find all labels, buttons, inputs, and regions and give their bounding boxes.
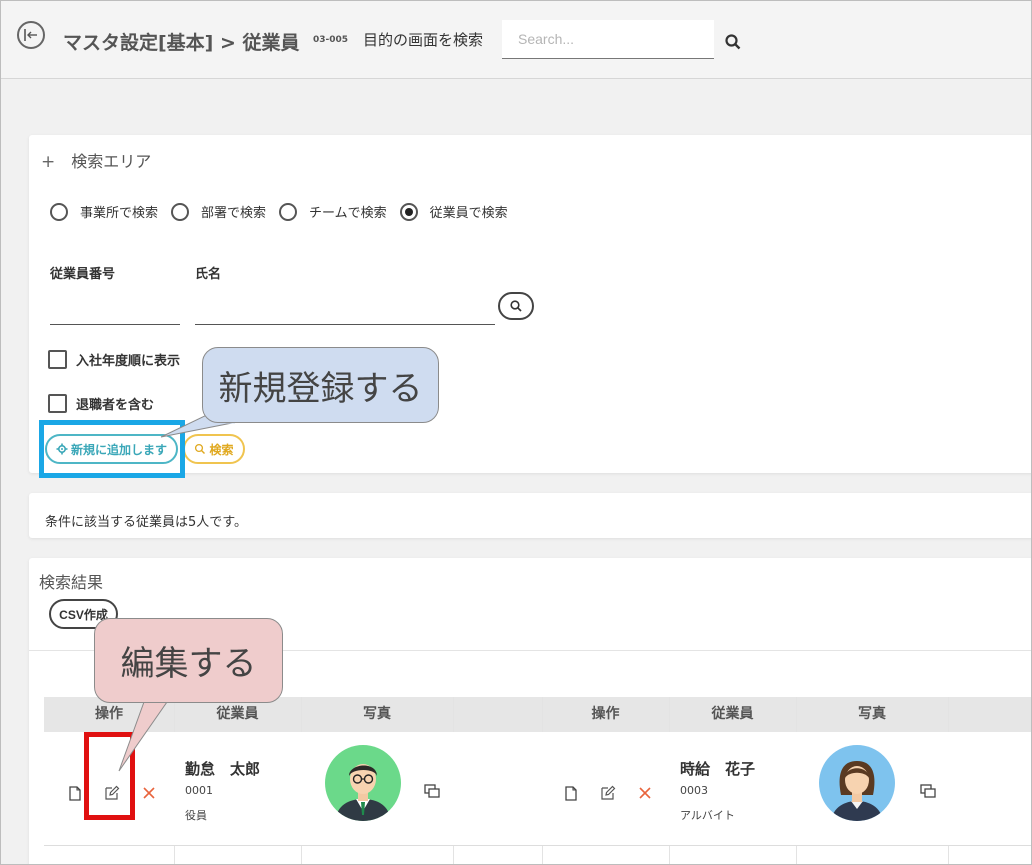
name-label: 氏名	[195, 267, 222, 282]
delete-icon[interactable]	[140, 784, 158, 802]
radio-circle	[279, 202, 298, 221]
copy-icon[interactable]	[424, 783, 440, 799]
detail-icon[interactable]	[562, 784, 580, 802]
radio-office[interactable]: 事業所で検索	[50, 202, 158, 221]
employee-id: 0003	[680, 784, 708, 797]
name-search-button[interactable]	[498, 292, 534, 320]
radio-team[interactable]: チームで検索	[279, 202, 387, 221]
callout-new-registration: 新規登録する	[202, 347, 439, 423]
checkbox-retired[interactable]: 退職者を含む	[48, 394, 154, 413]
employee-number-input[interactable]	[50, 295, 180, 325]
copy-icon[interactable]	[920, 783, 936, 799]
results-table-right: 操作 従業員 写真 時給 花子 0003 アルバイト	[542, 697, 1031, 864]
radio-label: 事業所で検索	[80, 206, 159, 221]
radio-label: 従業員で検索	[429, 206, 508, 221]
callout-edit: 編集する	[94, 618, 283, 703]
row-actions	[562, 784, 673, 802]
detail-icon[interactable]	[66, 784, 84, 802]
radio-department[interactable]: 部署で検索	[171, 202, 266, 221]
table-header: 操作 従業員 写真	[542, 697, 1031, 732]
checkbox-box	[48, 394, 67, 413]
delete-icon[interactable]	[636, 784, 654, 802]
radio-circle	[50, 202, 68, 221]
edit-button-highlight	[84, 732, 135, 820]
employee-id: 0001	[185, 784, 213, 797]
search-mode-radios: 事業所で検索 部署で検索 チームで検索 従業員で検索	[50, 202, 521, 221]
screen-search-input[interactable]	[502, 20, 714, 59]
employee-name: 時給 花子	[680, 760, 756, 778]
column-header-photo: 写真	[363, 706, 391, 722]
search-area-title: 検索エリア	[71, 152, 152, 171]
radio-label: 部署で検索	[201, 206, 267, 221]
plus-icon: +	[41, 152, 56, 172]
search-button[interactable]: 検索	[183, 434, 245, 464]
column-header-photo: 写真	[858, 706, 886, 722]
radio-circle-checked	[399, 202, 418, 221]
back-icon[interactable]	[17, 21, 45, 49]
column-header-operation: 操作	[591, 706, 620, 722]
checkbox-box	[48, 350, 67, 369]
column-header-employee: 従業員	[711, 706, 754, 722]
employee-role: アルバイト	[680, 809, 735, 822]
search-icon	[195, 443, 206, 454]
checkbox-label: 入社年度順に表示	[76, 354, 181, 369]
results-title: 検索結果	[39, 573, 104, 592]
radio-label: チームで検索	[309, 206, 387, 221]
screen-search-label: 目的の画面を検索	[363, 31, 484, 49]
avatar	[819, 745, 895, 821]
search-icon	[510, 300, 522, 312]
search-results-panel: 検索結果 CSV作成 操作 従業員 写真 勤怠 太郎 0001 役員 操作 従業…	[29, 558, 1031, 864]
page-title: マスタ設定[基本] > 従業員	[63, 32, 300, 54]
radio-circle	[171, 202, 190, 221]
employee-role: 役員	[185, 809, 207, 822]
search-area-toggle[interactable]: + 検索エリア	[41, 148, 151, 172]
result-count-text: 条件に該当する従業員は5人です。	[45, 515, 247, 530]
edit-icon[interactable]	[599, 784, 617, 802]
table-row: 時給 花子 0003 アルバイト	[542, 732, 1031, 846]
radio-employee[interactable]: 従業員で検索	[399, 202, 508, 221]
name-input[interactable]	[195, 295, 495, 325]
new-button-highlight	[39, 420, 185, 478]
result-count-panel: 条件に該当する従業員は5人です。	[29, 493, 1031, 538]
search-icon[interactable]	[724, 33, 742, 51]
checkbox-label: 退職者を含む	[76, 398, 155, 413]
checkbox-join-year[interactable]: 入社年度順に表示	[48, 350, 180, 369]
page-header: マスタ設定[基本] > 従業員 03-005 目的の画面を検索	[1, 1, 1031, 79]
employee-number-label: 従業員番号	[50, 267, 116, 282]
search-button-label: 検索	[209, 442, 234, 457]
avatar	[325, 745, 401, 821]
app-window: マスタ設定[基本] > 従業員 03-005 目的の画面を検索 + 検索エリア 事…	[0, 0, 1032, 865]
employee-name: 勤怠 太郎	[185, 760, 261, 778]
screen-code: 03-005	[313, 35, 349, 45]
